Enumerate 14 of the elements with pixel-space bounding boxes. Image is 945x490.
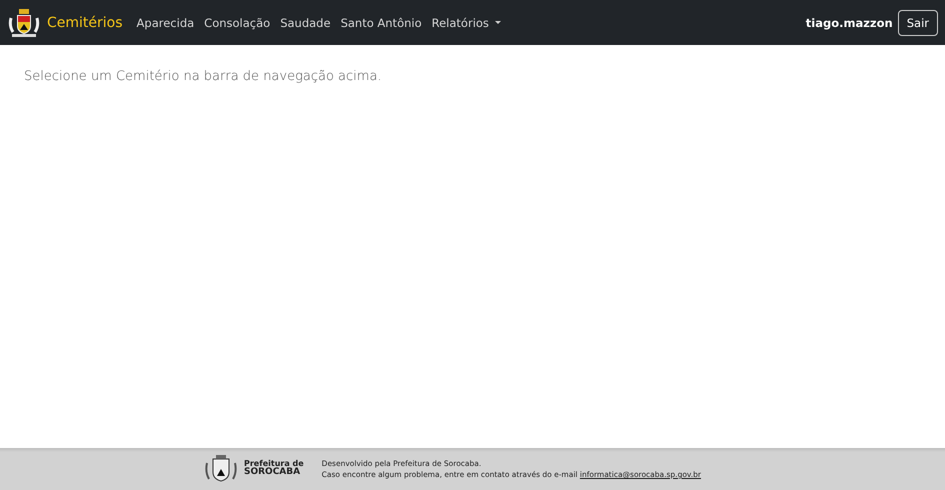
nav-link[interactable]: Consolação: [204, 16, 270, 30]
caret-icon: [494, 21, 501, 24]
info-message: Selecione um Cemitério na barra de navegação acima.: [24, 69, 383, 84]
nav-link[interactable]: Saudade: [280, 16, 331, 30]
username: tiago.mazzon: [806, 16, 893, 30]
logout-button[interactable]: Sair: [898, 10, 938, 36]
nav-link[interactable]: Aparecida: [136, 16, 194, 30]
nav-link[interactable]: Santo Antônio: [340, 16, 422, 30]
nav-dropdown[interactable]: Relatórios: [432, 16, 501, 30]
logo-text: SOROCABA: [244, 468, 302, 478]
brand-title[interactable]: Cemitérios: [47, 14, 123, 30]
coat-of-arms-icon: [8, 8, 40, 38]
coat-of-arms-icon: [204, 454, 238, 484]
logo-text: Prefeitura de: [244, 460, 304, 468]
